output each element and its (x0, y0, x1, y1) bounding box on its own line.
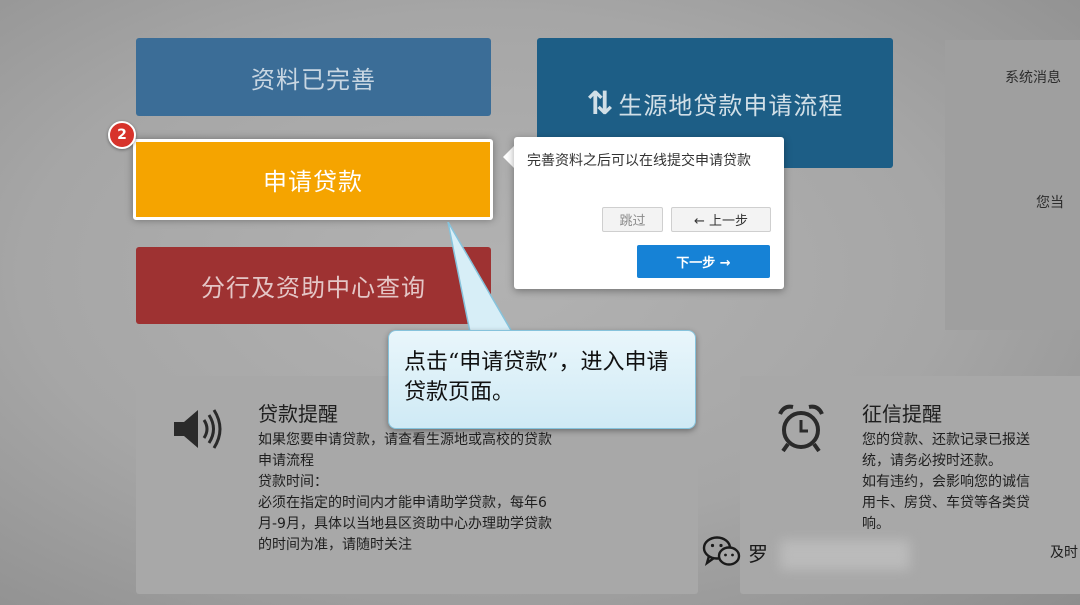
credit-reminder-title: 征信提醒 (862, 402, 942, 426)
branch-query-label: 分行及资助中心查询 (201, 274, 426, 302)
speaker-icon (174, 409, 222, 449)
loan-reminder-line: 如果您要申请贷款，请查看生源地或高校的贷款 (258, 432, 552, 448)
previous-step-button[interactable]: ← 上一步 (671, 207, 771, 232)
loan-reminder-line: 必须在指定的时间内才能申请助学贷款，每年6 (258, 495, 547, 511)
popover-arrow (503, 146, 514, 168)
system-message-title: 系统消息 (1005, 70, 1061, 86)
wechat-icon (702, 536, 741, 566)
wechat-watermark: 罗 (702, 535, 768, 569)
refresh-icon: ⇅ (586, 84, 615, 122)
credit-reminder-line: 响。 (862, 516, 890, 532)
apply-loan-label: 申请贷款 (263, 168, 363, 196)
guide-popover-text: 完善资料之后可以在线提交申请贷款 (527, 153, 751, 169)
instruction-callout-text: 点击“申请贷款”，进入申请贷款页面。 (404, 350, 669, 405)
apply-loan-tile[interactable]: 申请贷款 (133, 139, 493, 220)
alarm-clock-icon (778, 404, 824, 453)
loan-reminder-body: 如果您要申请贷款，请查看生源地或高校的贷款 申请流程 贷款时间： 必须在指定的时… (258, 430, 688, 556)
watermark-blur (780, 540, 910, 570)
watermark-text: 罗 (748, 541, 768, 566)
loan-reminder-line: 月-9月，具体以当地县区资助中心办理助学贷款 (258, 516, 552, 532)
loan-reminder-line: 贷款时间： (258, 474, 328, 490)
profile-complete-tile[interactable]: 资料已完善 (136, 38, 491, 116)
loan-process-label: 生源地贷款申请流程 (618, 91, 844, 120)
credit-reminder-line: 统，请务必按时还款。 (862, 453, 1002, 469)
guide-popover: 完善资料之后可以在线提交申请贷款 跳过 ← 上一步 下一步 → (514, 137, 784, 289)
callout-tail (447, 222, 514, 333)
credit-reminder-link[interactable]: 及时 (1050, 542, 1078, 562)
skip-button[interactable]: 跳过 (602, 207, 663, 232)
credit-reminder-line: 用卡、房贷、车贷等各类贷 (862, 495, 1030, 511)
system-message-note: 您当 (1036, 195, 1064, 211)
loan-reminder-title: 贷款提醒 (258, 402, 338, 426)
profile-complete-label: 资料已完善 (251, 65, 376, 94)
instruction-callout: 点击“申请贷款”，进入申请贷款页面。 (388, 330, 696, 429)
next-step-button[interactable]: 下一步 → (637, 245, 770, 278)
loan-reminder-line: 申请流程 (258, 453, 314, 469)
credit-reminder-body: 您的贷款、还款记录已报送 统，请务必按时还款。 如有违约，会影响您的诚信 用卡、… (862, 430, 1080, 535)
step-badge: 2 (108, 121, 136, 149)
credit-reminder-line: 您的贷款、还款记录已报送 (862, 432, 1030, 448)
loan-reminder-line: 的时间为准，请随时关注 (258, 537, 412, 553)
credit-reminder-line: 如有违约，会影响您的诚信 (862, 474, 1030, 490)
